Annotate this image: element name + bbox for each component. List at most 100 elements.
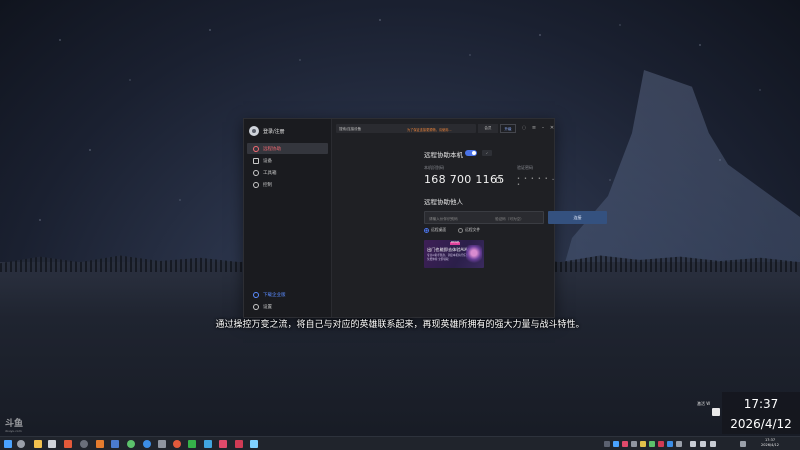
allow-remote-tag: ✓ — [482, 150, 492, 156]
app-icon[interactable] — [235, 440, 243, 448]
volume-icon[interactable] — [700, 441, 706, 447]
tray-icon[interactable] — [613, 441, 619, 447]
tray-icon[interactable] — [658, 441, 664, 447]
app-icon[interactable] — [48, 440, 56, 448]
device-code-value: 168 700 1165 — [424, 173, 505, 186]
chevron-down-icon[interactable]: ⌄ — [551, 176, 555, 182]
overlay-time: 17:37 — [743, 397, 779, 411]
partner-code-placeholder: 请输入伙伴识别码 — [429, 216, 458, 221]
wechat-icon[interactable] — [188, 440, 196, 448]
password-label: 验证密码 — [517, 165, 533, 170]
radio-unselected-icon — [458, 227, 463, 233]
toolbox-icon — [253, 169, 259, 176]
sidebar-item-label: 设备 — [263, 158, 272, 164]
radio-label: 远程文件 — [465, 227, 481, 232]
remote-desktop-app-window: 登录/注册 远程协助 设备 工具箱 控制 下载企业版 设置 搜索/连接设备 为了… — [243, 118, 607, 318]
tray-icon[interactable] — [649, 441, 655, 447]
gear-icon — [253, 303, 259, 310]
watermark-bottom: douyu.com — [5, 429, 22, 433]
app-icon[interactable] — [173, 440, 181, 448]
tray-icon[interactable] — [604, 441, 610, 447]
ai-agent-promo-banner[interactable]: 限时免费 出门也能即去体验AIAgent 专业AI助手随身，调度本机执行任务 免… — [424, 240, 484, 268]
input-method-icon[interactable] — [740, 441, 746, 447]
app-icon[interactable] — [127, 440, 135, 448]
verify-code-placeholder: 验证码（可为空） — [495, 216, 524, 221]
assist-others-title: 远程协助他人 — [424, 198, 463, 206]
file-explorer-icon[interactable] — [34, 440, 42, 448]
app-icon[interactable] — [204, 440, 212, 448]
password-mask: • • • • • • — [517, 176, 549, 188]
allow-remote-title: 远程协助本机 — [424, 151, 463, 159]
clock-overlay: 17:37 2026/4/12 — [722, 392, 800, 434]
sidebar: 登录/注册 远程协助 设备 工具箱 控制 下载企业版 设置 — [244, 119, 332, 317]
radio-remote-desktop[interactable]: 远程桌面 — [424, 227, 446, 233]
partner-code-input[interactable]: 请输入伙伴识别码 验证码（可为空） — [424, 211, 544, 224]
login-register-label: 登录/注册 — [263, 128, 285, 135]
banner-tag: 限时免费 — [450, 242, 460, 245]
taskbar-clock[interactable]: 17:37 2026/4/12 — [760, 438, 780, 448]
sidebar-item-label: 远程协助 — [263, 146, 281, 152]
radio-selected-icon — [424, 227, 429, 233]
banner-subtitle-2: 免费体验 立即领取 — [427, 258, 449, 261]
notice-text[interactable]: 为了保证连接更顺畅，请使用... — [405, 124, 475, 133]
app-icon[interactable] — [80, 440, 88, 448]
sidebar-item-label: 工具箱 — [263, 170, 277, 176]
menu-icon[interactable]: ≡ — [530, 124, 538, 132]
control-icon — [253, 181, 259, 188]
watermark-top: 斗鱼 — [5, 419, 24, 429]
app-icon[interactable] — [111, 440, 119, 448]
minimize-icon[interactable]: – — [539, 124, 547, 132]
connect-button[interactable]: 连接 — [548, 211, 607, 224]
overlay-date: 2026/4/12 — [730, 417, 792, 431]
tray-icon[interactable] — [631, 441, 637, 447]
sidebar-item-remote-assist[interactable]: 远程协助 — [247, 143, 328, 154]
settings-label: 设置 — [263, 304, 272, 310]
browser-icon[interactable] — [143, 440, 151, 448]
upgrade-button[interactable]: 升级 — [500, 124, 516, 133]
radio-label: 远程桌面 — [431, 227, 447, 232]
network-icon[interactable] — [690, 441, 696, 447]
app-icon[interactable] — [219, 440, 227, 448]
video-subtitle: 通过操控万变之流，将自己与对应的英雄联系起来，再现英雄所拥有的强大力量与战斗特性… — [215, 320, 585, 330]
notification-icon[interactable]: ◌ — [520, 124, 528, 132]
sidebar-item-label: 控制 — [263, 182, 272, 188]
app-icon[interactable] — [96, 440, 104, 448]
tray-icon[interactable] — [676, 441, 682, 447]
mountain-silhouette — [560, 70, 800, 280]
battery-icon[interactable] — [710, 441, 716, 447]
app-icon[interactable] — [64, 440, 72, 448]
login-register-button[interactable]: 登录/注册 — [244, 119, 331, 142]
app-icon — [712, 408, 720, 416]
tray-icon[interactable] — [640, 441, 646, 447]
member-button[interactable]: 会员 — [478, 124, 498, 133]
tray-icon[interactable] — [622, 441, 628, 447]
download-enterprise-link[interactable]: 下载企业版 — [247, 289, 328, 300]
search-icon[interactable] — [17, 440, 25, 448]
sidebar-bottom: 下载企业版 设置 — [244, 288, 331, 313]
settings-button[interactable]: 设置 — [247, 301, 328, 312]
copy-icon[interactable] — [496, 177, 501, 183]
start-icon[interactable] — [4, 440, 12, 448]
top-bar: 搜索/连接设备 为了保证连接更顺畅，请使用... 会员 升级 ◌ ≡ – ✕ — [332, 119, 554, 137]
device-code-label: 本机识别码 — [424, 165, 444, 170]
avatar-icon — [249, 126, 259, 136]
radio-remote-file[interactable]: 远程文件 — [458, 227, 480, 233]
tray-icon[interactable] — [667, 441, 673, 447]
close-icon[interactable]: ✕ — [548, 124, 556, 132]
sidebar-item-control[interactable]: 控制 — [247, 179, 328, 190]
app-icon[interactable] — [250, 440, 258, 448]
douyu-watermark-logo: 斗鱼 douyu.com — [5, 416, 33, 436]
monitor-icon — [253, 157, 259, 164]
sidebar-item-devices[interactable]: 设备 — [247, 155, 328, 166]
remote-icon — [253, 145, 259, 152]
allow-remote-toggle[interactable] — [465, 150, 477, 156]
sidebar-item-toolbox[interactable]: 工具箱 — [247, 167, 328, 178]
download-icon — [253, 291, 259, 298]
taskbar-date: 2026/4/12 — [761, 443, 779, 447]
activate-windows-text: 激活 W — [697, 401, 711, 406]
app-icon[interactable] — [158, 440, 166, 448]
download-enterprise-label: 下载企业版 — [263, 292, 286, 298]
main-panel: 搜索/连接设备 为了保证连接更顺畅，请使用... 会员 升级 ◌ ≡ – ✕ 远… — [332, 119, 607, 317]
banner-illustration — [466, 245, 482, 265]
taskbar: 17:37 2026/4/12 — [0, 436, 800, 450]
